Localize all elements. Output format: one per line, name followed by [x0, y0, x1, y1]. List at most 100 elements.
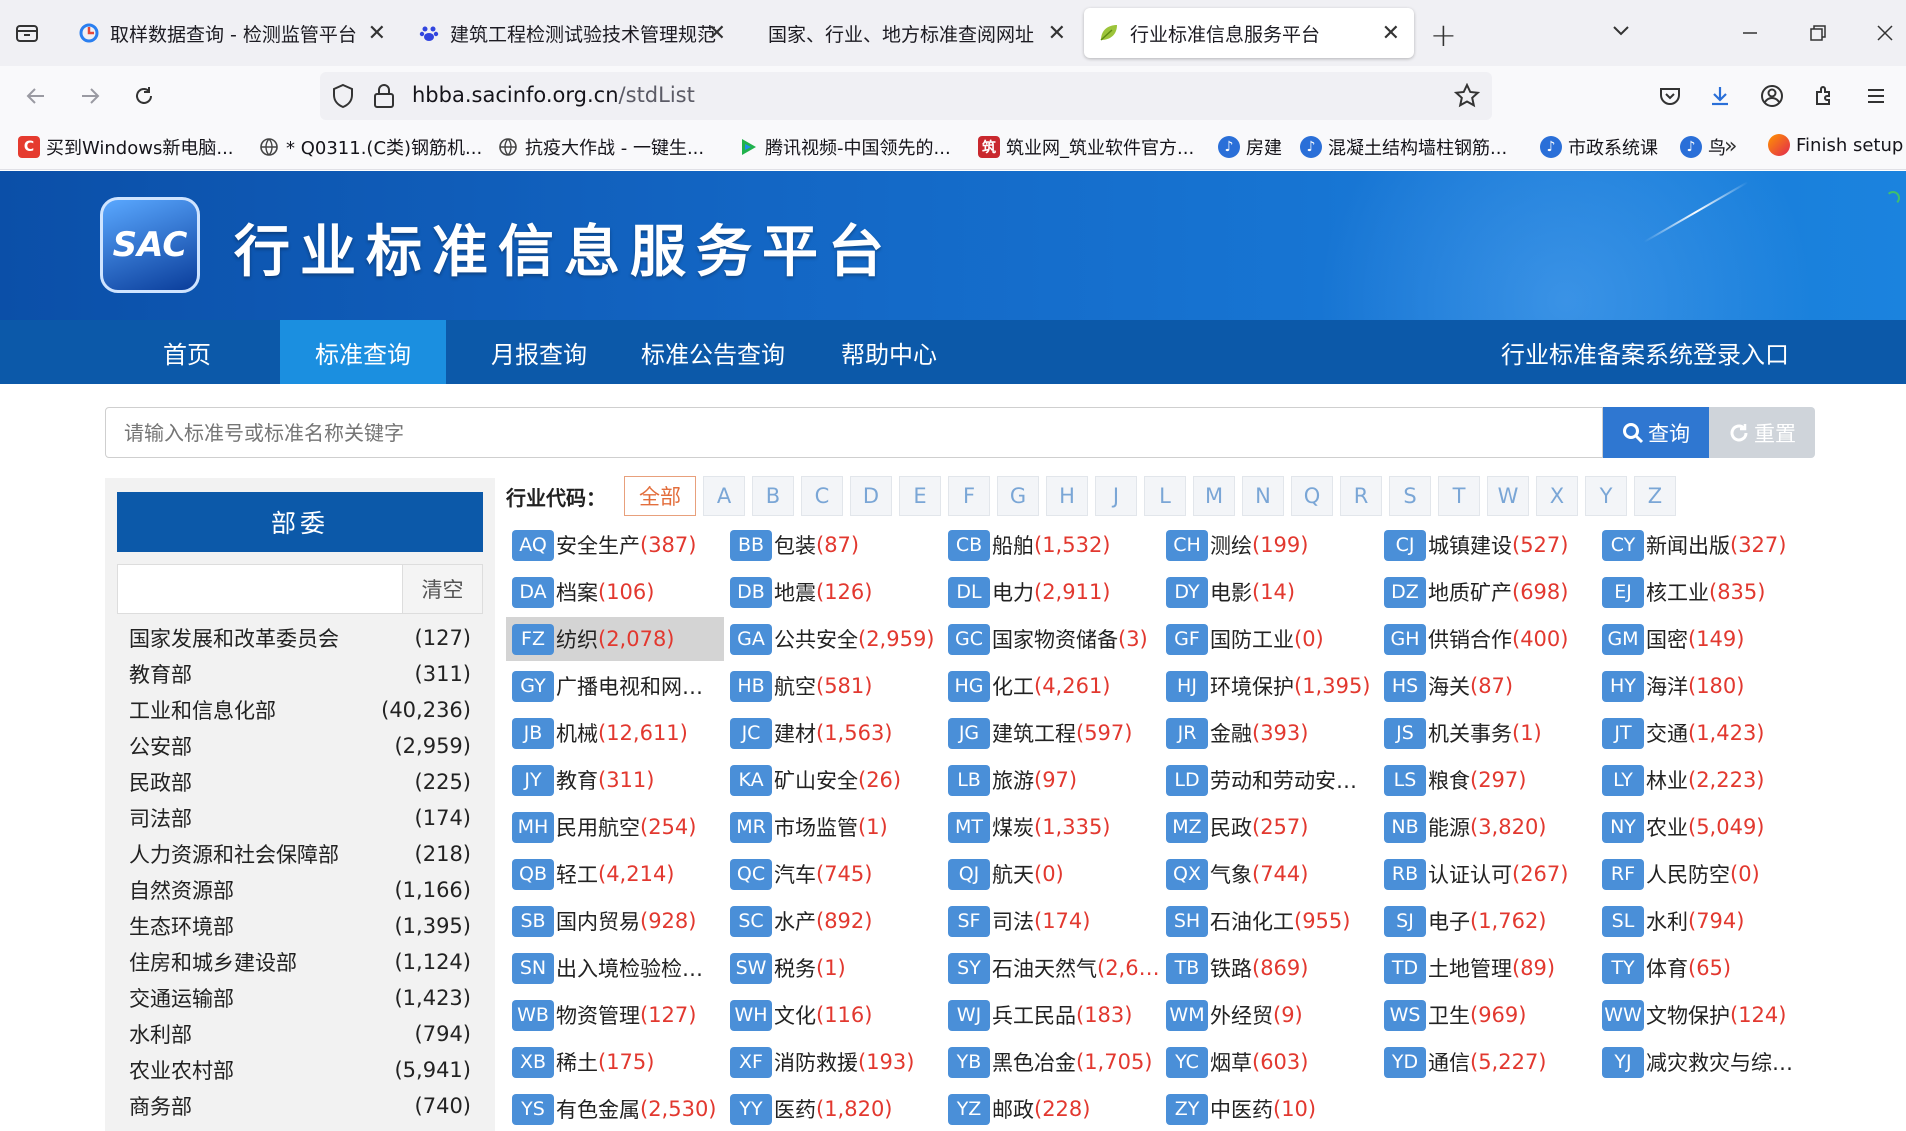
close-tab-icon[interactable]: ✕ [1382, 21, 1400, 46]
letter-filter-item[interactable]: T [1438, 476, 1480, 516]
industry-code-item[interactable]: SF 司法 (174) [942, 899, 1160, 943]
industry-code-item[interactable]: DY 电影 (14) [1160, 570, 1378, 614]
industry-code-item[interactable]: WH 文化 (116) [724, 993, 942, 1037]
industry-code-item[interactable]: JB 机械 (12,611) [506, 711, 724, 755]
industry-code-item[interactable]: CH 测绘 (199) [1160, 523, 1378, 567]
letter-filter-item[interactable]: F [948, 476, 990, 516]
letter-filter-item[interactable]: Y [1585, 476, 1627, 516]
letter-filter-item[interactable]: N [1242, 476, 1284, 516]
industry-code-item[interactable]: JS 机关事务 (1) [1378, 711, 1596, 755]
industry-code-item[interactable]: XF 消防救援 (193) [724, 1040, 942, 1084]
reset-button[interactable]: 重置 [1709, 407, 1815, 458]
industry-code-item[interactable]: HG 化工 (4,261) [942, 664, 1160, 708]
minimize-icon[interactable] [1735, 18, 1765, 48]
more-bookmarks-icon[interactable]: » [1724, 134, 1737, 159]
industry-code-item[interactable]: SN 出入境检验检… [506, 946, 724, 990]
industry-code-item[interactable]: TB 铁路 (869) [1160, 946, 1378, 990]
industry-code-item[interactable]: SJ 电子 (1,762) [1378, 899, 1596, 943]
industry-code-item[interactable]: GC 国家物资储备 (3) [942, 617, 1160, 661]
close-window-icon[interactable] [1870, 18, 1900, 48]
bookmark-item[interactable]: C 买到Windows新电脑... [18, 134, 234, 160]
industry-code-item[interactable]: LD 劳动和劳动安… [1160, 758, 1378, 802]
url-text[interactable]: hbba.sacinfo.org.cn/stdList [412, 83, 695, 107]
nav-home[interactable]: 首页 [114, 320, 260, 384]
letter-filter-item[interactable]: D [850, 476, 892, 516]
industry-code-item[interactable]: RF 人民防空 (0) [1596, 852, 1814, 896]
browser-tab[interactable]: 建筑工程检测试验技术管理规范 ✕ [404, 8, 740, 58]
industry-code-item[interactable]: GA 公共安全 (2,959) [724, 617, 942, 661]
industry-code-item[interactable]: WB 物资管理 (127) [506, 993, 724, 1037]
bookmark-star-icon[interactable] [1453, 82, 1481, 113]
letter-filter-item[interactable]: M [1193, 476, 1235, 516]
pocket-icon[interactable] [1654, 80, 1686, 112]
nav-filing-login[interactable]: 行业标准备案系统登录入口 [1480, 320, 1810, 384]
menu-icon[interactable] [1860, 80, 1892, 112]
close-tab-icon[interactable]: ✕ [368, 21, 386, 46]
industry-code-item[interactable]: NB 能源 (3,820) [1378, 805, 1596, 849]
industry-code-item[interactable]: YS 有色金属 (2,530) [506, 1087, 724, 1131]
industry-code-item[interactable]: JC 建材 (1,563) [724, 711, 942, 755]
bookmark-item[interactable]: Finish setup [1768, 134, 1903, 156]
industry-code-item[interactable]: GF 国防工业 (0) [1160, 617, 1378, 661]
industry-code-item[interactable]: SH 石油化工 (955) [1160, 899, 1378, 943]
restore-icon[interactable] [1803, 18, 1833, 48]
industry-code-item[interactable]: DL 电力 (2,911) [942, 570, 1160, 614]
clear-button[interactable]: 清空 [403, 564, 483, 614]
letter-filter-item[interactable]: Z [1634, 476, 1676, 516]
extensions-icon[interactable] [1808, 80, 1840, 112]
letter-filter-item[interactable]: W [1487, 476, 1529, 516]
industry-code-item[interactable]: CJ 城镇建设 (527) [1378, 523, 1596, 567]
letter-filter-item[interactable]: X [1536, 476, 1578, 516]
industry-code-item[interactable]: YY 医药 (1,820) [724, 1087, 942, 1131]
industry-code-item[interactable]: LB 旅游 (97) [942, 758, 1160, 802]
account-icon[interactable] [1756, 80, 1788, 112]
bookmark-item[interactable]: ♪ 鸟 [1680, 134, 1726, 160]
ministry-item[interactable]: 教育部 (311) [117, 656, 483, 692]
lock-icon[interactable] [372, 83, 396, 113]
shield-icon[interactable] [330, 83, 356, 113]
industry-code-item[interactable]: SB 国内贸易 (928) [506, 899, 724, 943]
industry-code-item[interactable]: GH 供销合作 (400) [1378, 617, 1596, 661]
browser-tab[interactable]: 取样数据查询 - 检测监管平台 ✕ [64, 8, 400, 58]
ministry-item[interactable]: 自然资源部 (1,166) [117, 872, 483, 908]
industry-code-item[interactable]: WW 文物保护 (124) [1596, 993, 1814, 1037]
bookmark-item[interactable]: ♪ 市政系统课 [1540, 134, 1658, 160]
industry-code-item[interactable]: CB 船舶 (1,532) [942, 523, 1160, 567]
industry-code-item[interactable]: MR 市场监管 (1) [724, 805, 942, 849]
letter-filter-item[interactable]: L [1144, 476, 1186, 516]
industry-code-item[interactable]: CY 新闻出版 (327) [1596, 523, 1814, 567]
bookmark-item[interactable]: * Q0311.(C类)钢筋机... [258, 134, 482, 160]
industry-code-item[interactable]: AQ 安全生产 (387) [506, 523, 724, 567]
industry-code-item[interactable]: MT 煤炭 (1,335) [942, 805, 1160, 849]
bookmark-item[interactable]: 筑筑业网_筑业软件官方... [978, 134, 1194, 160]
letter-filter-item[interactable]: C [801, 476, 843, 516]
industry-code-item[interactable]: GY 广播电视和网… [506, 664, 724, 708]
letter-filter-item[interactable]: R [1340, 476, 1382, 516]
industry-code-item[interactable]: JR 金融 (393) [1160, 711, 1378, 755]
industry-code-item[interactable]: HB 航空 (581) [724, 664, 942, 708]
industry-code-item[interactable]: JT 交通 (1,423) [1596, 711, 1814, 755]
industry-code-item[interactable]: QC 汽车 (745) [724, 852, 942, 896]
close-tab-icon[interactable]: ✕ [708, 21, 726, 46]
forward-arrow-icon[interactable] [74, 80, 106, 112]
letter-filter-item[interactable]: A [703, 476, 745, 516]
industry-code-item[interactable]: QB 轻工 (4,214) [506, 852, 724, 896]
nav-standard-query[interactable]: 标准查询 [280, 320, 446, 384]
nav-announcement-query[interactable]: 标准公告查询 [630, 320, 796, 384]
reload-icon[interactable] [128, 80, 160, 112]
nav-monthly-report[interactable]: 月报查询 [466, 320, 612, 384]
back-arrow-icon[interactable] [20, 80, 52, 112]
nav-help-center[interactable]: 帮助中心 [816, 320, 962, 384]
ministry-item[interactable]: 工业和信息化部 (40,236) [117, 692, 483, 728]
industry-code-item[interactable]: YC 烟草 (603) [1160, 1040, 1378, 1084]
industry-code-item[interactable]: XB 稀土 (175) [506, 1040, 724, 1084]
industry-code-item[interactable]: SC 水产 (892) [724, 899, 942, 943]
bookmark-item[interactable]: 腾讯视频-中国领先的... [737, 134, 951, 160]
industry-code-item[interactable]: EJ 核工业 (835) [1596, 570, 1814, 614]
address-bar[interactable]: hbba.sacinfo.org.cn/stdList [320, 72, 1492, 120]
industry-code-item[interactable]: DB 地震 (126) [724, 570, 942, 614]
browser-tab[interactable]: 国家、行业、地方标准查阅网址 ✕ [744, 8, 1080, 58]
letter-filter-item[interactable]: B [752, 476, 794, 516]
ministry-item[interactable]: 住房和城乡建设部 (1,124) [117, 944, 483, 980]
close-tab-icon[interactable]: ✕ [1048, 21, 1066, 46]
